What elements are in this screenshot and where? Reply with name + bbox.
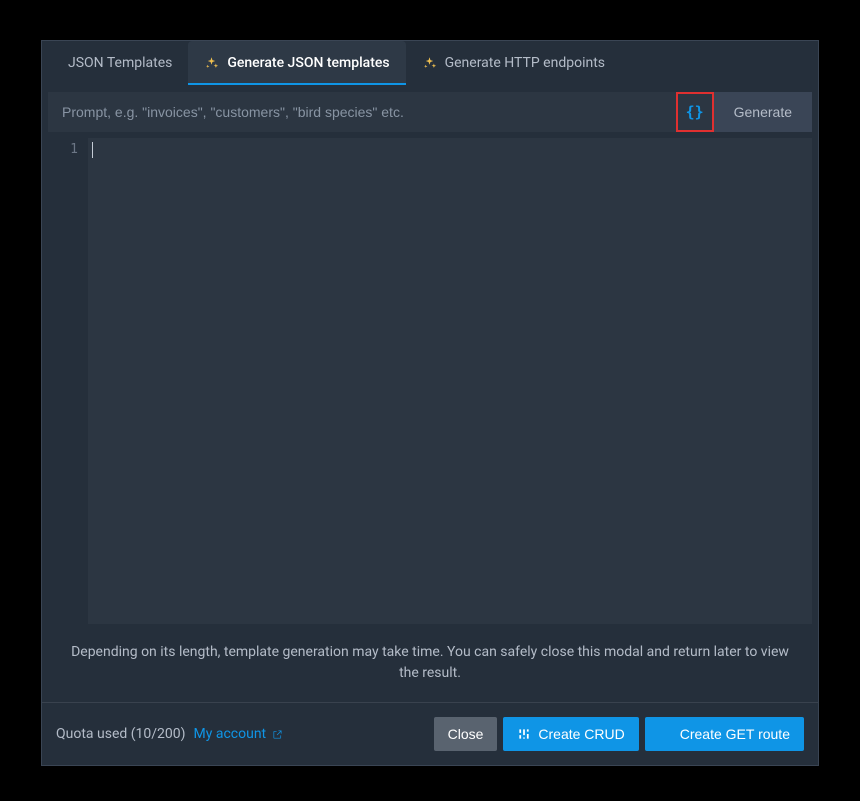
editor-cursor xyxy=(92,142,93,158)
tabs-bar: JSON Templates Generate JSON templates G… xyxy=(42,41,818,86)
tab-label: Generate HTTP endpoints xyxy=(445,55,605,71)
modal-footer: Quota used (10/200) My account Close Cre… xyxy=(42,703,818,765)
sparkle-icon xyxy=(422,56,437,71)
account-link-label: My account xyxy=(194,726,267,742)
line-number: 1 xyxy=(48,142,78,157)
code-editor: 1 xyxy=(48,138,812,624)
sparkle-icon xyxy=(204,56,219,71)
tab-json-templates[interactable]: JSON Templates xyxy=(52,41,188,85)
tab-generate-json-templates[interactable]: Generate JSON templates xyxy=(188,41,405,85)
my-account-link[interactable]: My account xyxy=(194,726,284,742)
input-row: {} Generate xyxy=(42,86,818,132)
generate-button[interactable]: Generate xyxy=(714,92,812,132)
create-get-route-button[interactable]: Create GET route xyxy=(645,717,804,751)
button-label: Create CRUD xyxy=(538,726,624,742)
download-icon xyxy=(659,727,673,741)
button-label: Create GET route xyxy=(680,726,790,742)
external-link-icon xyxy=(272,729,283,740)
prompt-input[interactable] xyxy=(48,92,676,132)
editor-gutter: 1 xyxy=(48,138,88,624)
tab-label: JSON Templates xyxy=(68,55,172,71)
tab-label: Generate JSON templates xyxy=(227,55,389,71)
quota-text: Quota used (10/200) xyxy=(56,726,186,742)
create-crud-button[interactable]: Create CRUD xyxy=(503,717,638,751)
sliders-icon xyxy=(517,727,531,741)
close-button[interactable]: Close xyxy=(434,717,498,751)
json-object-icon-button[interactable]: {} xyxy=(676,92,714,132)
info-text: Depending on its length, template genera… xyxy=(42,624,818,702)
braces-icon: {} xyxy=(686,103,704,121)
tab-generate-http-endpoints[interactable]: Generate HTTP endpoints xyxy=(406,41,621,85)
modal-dialog: JSON Templates Generate JSON templates G… xyxy=(41,40,819,766)
editor-body[interactable] xyxy=(88,138,812,624)
